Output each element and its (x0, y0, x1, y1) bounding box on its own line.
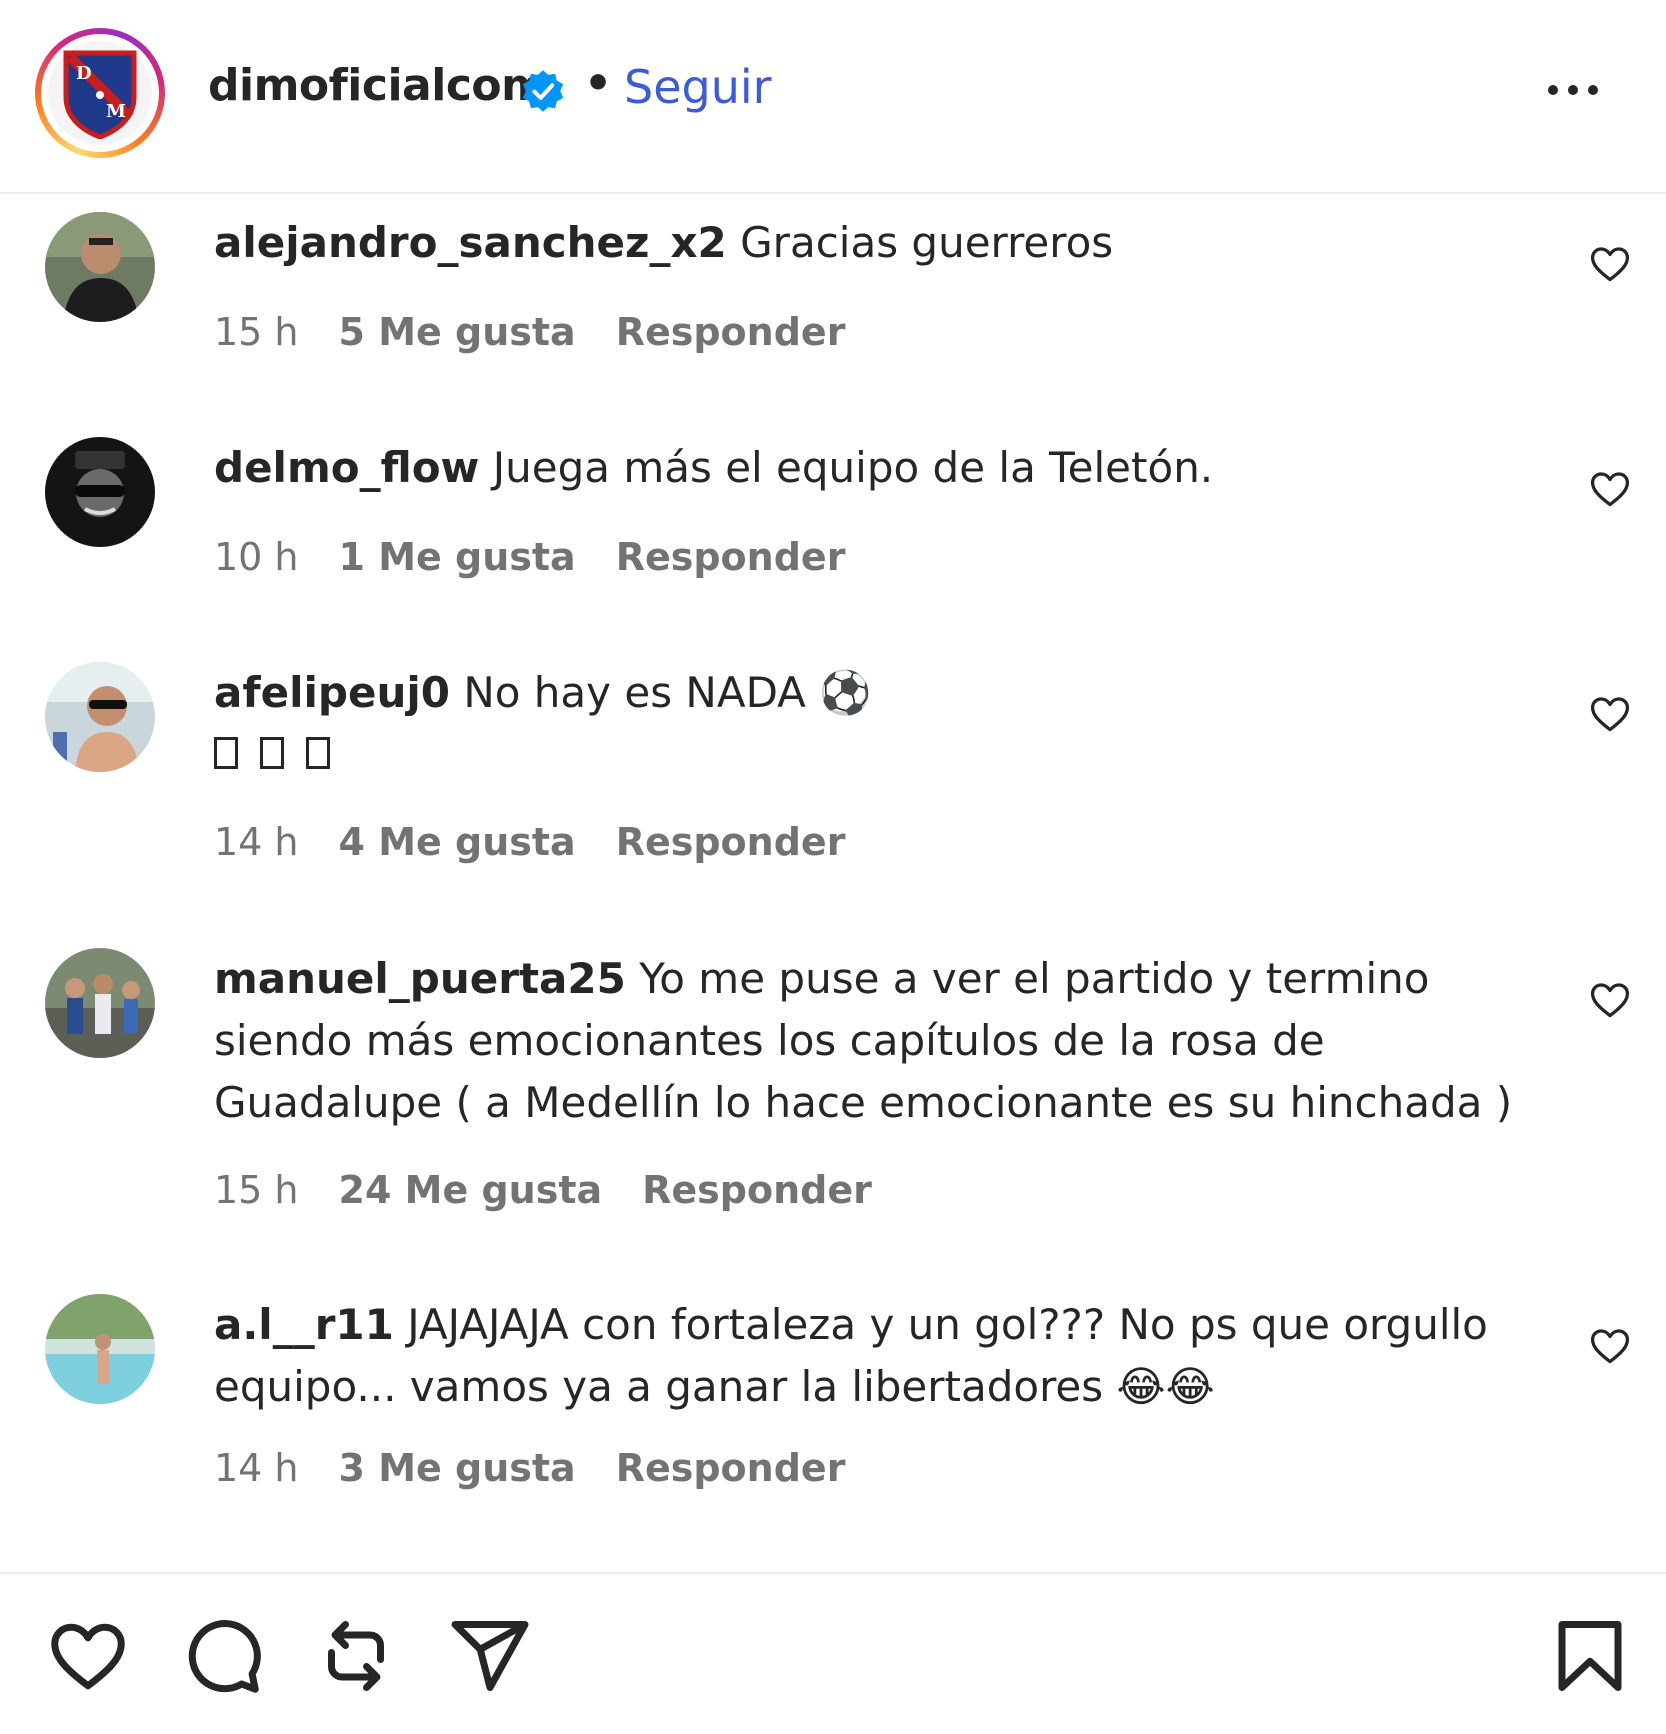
comment-meta: 10 h 1 Me gusta Responder (214, 535, 845, 579)
comment-meta: 15 h 5 Me gusta Responder (214, 310, 845, 354)
save-icon[interactable] (1548, 1614, 1632, 1698)
comment-text: JAJAJAJA con fortaleza y un gol??? No ps… (214, 1300, 1488, 1411)
comment-username[interactable]: afelipeuj0 (214, 668, 450, 717)
comment-text: No hay es NADA ⚽ (463, 668, 872, 717)
comment-likes[interactable]: 24 Me gusta (339, 1168, 603, 1212)
reply-button[interactable]: Responder (616, 1446, 846, 1490)
comment-likes[interactable]: 5 Me gusta (339, 310, 576, 354)
reply-button[interactable]: Responder (616, 310, 846, 354)
comment-time: 14 h (214, 820, 299, 864)
reply-button[interactable]: Responder (642, 1168, 872, 1212)
commenter-avatar[interactable] (45, 1294, 155, 1404)
comment-username[interactable]: alejandro_sanchez_x2 (214, 218, 727, 267)
comment-text: Juega más el equipo de la Teletón. (492, 443, 1214, 492)
comment-time: 10 h (214, 535, 299, 579)
share-icon[interactable] (448, 1614, 532, 1698)
comment-body: afelipeuj0 No hay es NADA ⚽ (214, 662, 1544, 786)
commenter-avatar[interactable] (45, 948, 155, 1058)
profile-avatar[interactable]: D M (35, 28, 165, 158)
comment-meta: 14 h 4 Me gusta Responder (214, 820, 845, 864)
comment-username[interactable]: manuel_puerta25 (214, 954, 626, 1003)
like-icon[interactable] (46, 1614, 130, 1698)
post-author-username[interactable]: dimoficialcom (208, 60, 547, 111)
comment-body: a.l__r11 JAJAJAJA con fortaleza y un gol… (214, 1294, 1544, 1418)
post-header: D M dimoficialcom • Seguir (0, 0, 1666, 194)
commenter-avatar[interactable] (45, 662, 155, 772)
heart-icon[interactable] (1588, 467, 1632, 511)
heart-icon[interactable] (1588, 1324, 1632, 1368)
comment-time: 15 h (214, 1168, 299, 1212)
comment-time: 14 h (214, 1446, 299, 1490)
svg-text:D: D (76, 63, 92, 84)
comment-meta: 14 h 3 Me gusta Responder (214, 1446, 845, 1490)
club-logo-icon: D M (48, 41, 152, 145)
separator-dot: • (584, 58, 613, 109)
heart-icon[interactable] (1588, 978, 1632, 1022)
comment-text: Gracias guerreros (740, 218, 1114, 267)
repost-icon[interactable] (314, 1614, 398, 1698)
verified-badge-icon (522, 70, 564, 112)
comment-username[interactable]: delmo_flow (214, 443, 479, 492)
heart-icon[interactable] (1588, 692, 1632, 736)
unsupported-emoji-boxes (214, 737, 330, 769)
comment-body: delmo_flow Juega más el equipo de la Tel… (214, 437, 1544, 499)
comment-icon[interactable] (180, 1614, 264, 1698)
follow-button[interactable]: Seguir (624, 60, 772, 114)
svg-text:M: M (106, 101, 126, 122)
reply-button[interactable]: Responder (616, 535, 846, 579)
commenter-avatar[interactable] (45, 437, 155, 547)
comment-meta: 15 h 24 Me gusta Responder (214, 1168, 872, 1212)
comment-body: manuel_puerta25 Yo me puse a ver el part… (214, 948, 1544, 1134)
comment-body: alejandro_sanchez_x2 Gracias guerreros (214, 212, 1544, 274)
post-action-bar (0, 1572, 1666, 1734)
comment-likes[interactable]: 3 Me gusta (339, 1446, 576, 1490)
reply-button[interactable]: Responder (616, 820, 846, 864)
heart-icon[interactable] (1588, 242, 1632, 286)
commenter-avatar[interactable] (45, 212, 155, 322)
comment-likes[interactable]: 4 Me gusta (339, 820, 576, 864)
comment-likes[interactable]: 1 Me gusta (339, 535, 576, 579)
more-options-icon[interactable] (1548, 70, 1618, 110)
comment-username[interactable]: a.l__r11 (214, 1300, 394, 1349)
comment-time: 15 h (214, 310, 299, 354)
